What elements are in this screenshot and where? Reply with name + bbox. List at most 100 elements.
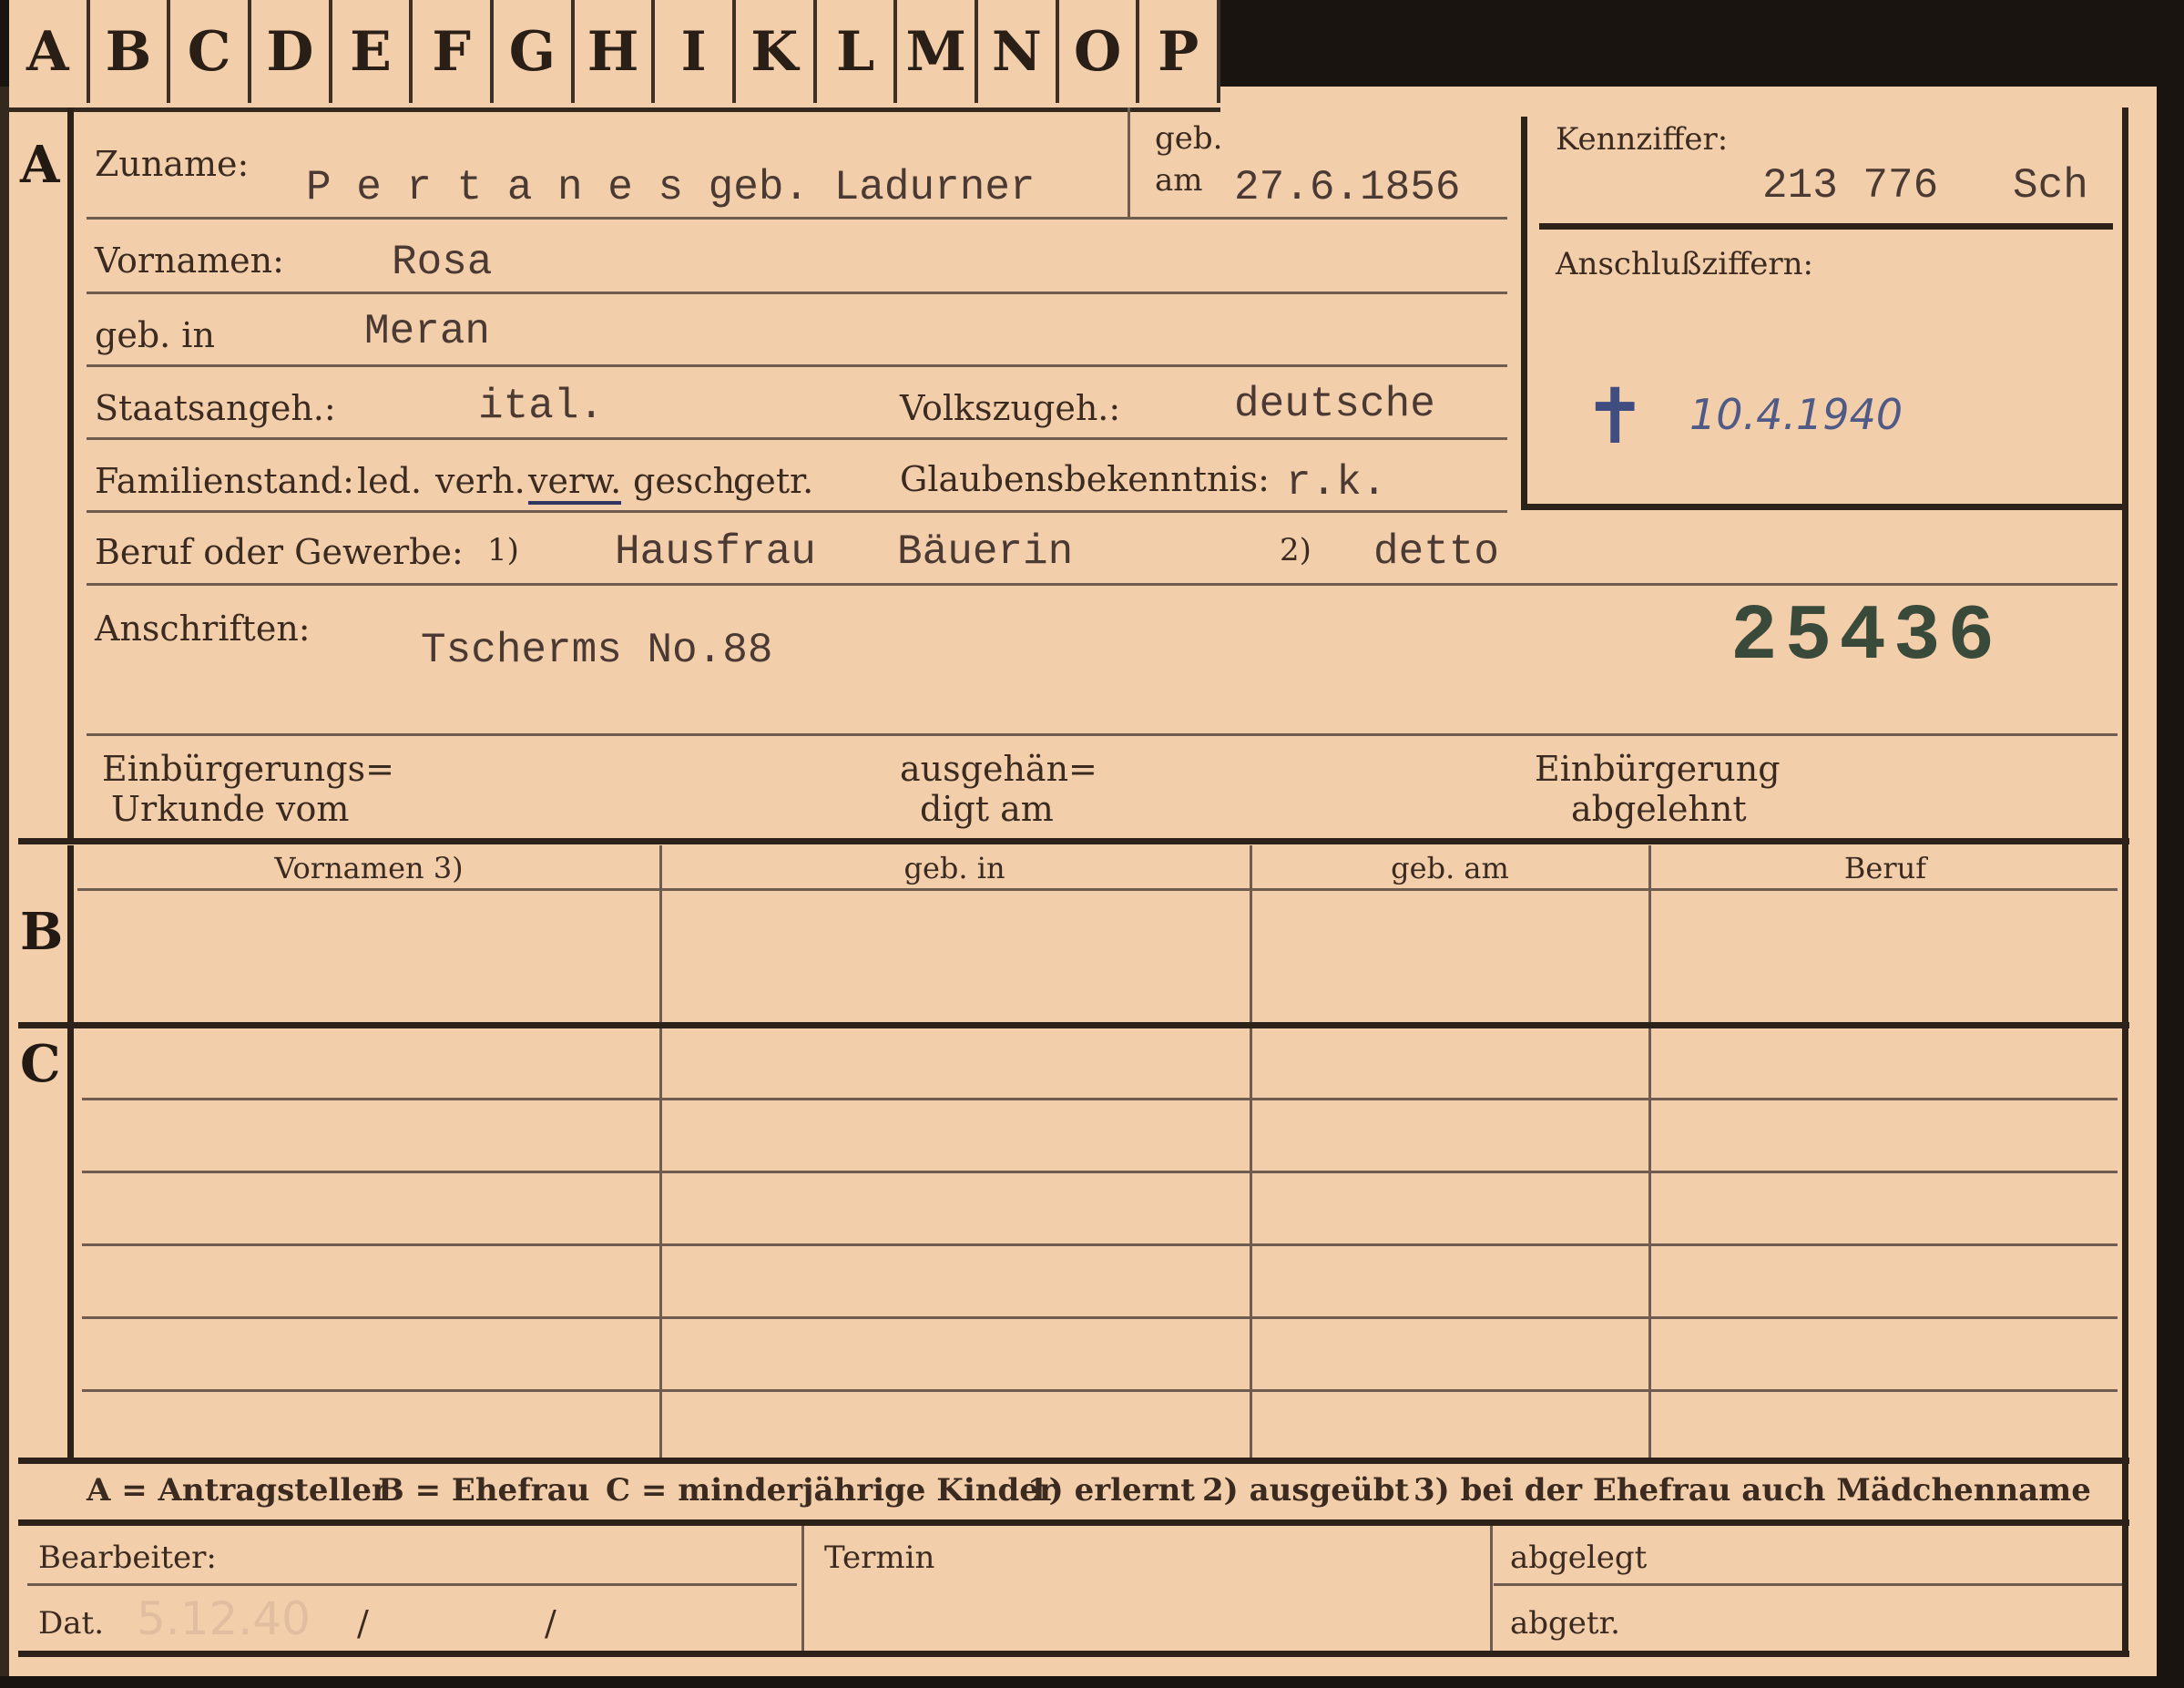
- anschlussziffern-label: Anschlußziffern:: [1556, 246, 1813, 282]
- dat-label: Dat.: [38, 1605, 105, 1642]
- children-row-line-2: [82, 1171, 2118, 1173]
- children-row-line-4: [82, 1316, 2118, 1319]
- glaubensbekenntnis-value: r.k.: [1286, 459, 1387, 506]
- beruf-note-1: 1): [487, 532, 519, 568]
- beruf-ausgeuebt-value: detto: [1373, 528, 1500, 576]
- familienstand-option-verw-selected: verw.: [528, 461, 622, 505]
- beruf-note-2: 2): [1280, 532, 1311, 568]
- geb-am-value: 27.6.1856: [1234, 164, 1461, 211]
- legend-a: A = Antragsteller: [87, 1472, 388, 1509]
- legend-note-3: 3) bei der Ehefrau auch Mädchenname: [1413, 1472, 2091, 1509]
- staatsangeh-label: Staatsangeh.:: [95, 388, 336, 428]
- tab-o[interactable]: O: [1059, 0, 1140, 103]
- table-col-line-1: [659, 845, 662, 1458]
- staatsangeh-value: ital.: [478, 383, 605, 430]
- row-line-2: [87, 292, 1507, 294]
- vornamen-value: Rosa: [392, 239, 493, 286]
- tab-n[interactable]: N: [978, 0, 1059, 103]
- tab-e[interactable]: E: [332, 0, 413, 103]
- beruf-label: Beruf oder Gewerbe:: [95, 532, 464, 572]
- table-header-line: [77, 888, 2118, 891]
- card-bottom-border: [18, 1651, 2129, 1657]
- ausgehaendigt-label-1: ausgehän=: [900, 749, 1097, 789]
- volkszugeh-value: deutsche: [1234, 381, 1435, 428]
- legend-note-1: 1) erlernt: [1027, 1472, 1196, 1509]
- section-c-top-border: [18, 1022, 2129, 1028]
- tab-a[interactable]: A: [9, 0, 90, 103]
- column-header-geb-in: geb. in: [903, 851, 1005, 885]
- section-a-divider: [67, 107, 74, 844]
- dat-slash-1: /: [357, 1603, 369, 1643]
- zuname-value: P e r t a n e s geb. Ladurner: [306, 164, 1036, 211]
- tab-k[interactable]: K: [736, 0, 817, 103]
- legend-note-2: 2) ausgeübt: [1202, 1472, 1410, 1509]
- footer-col-line-1: [801, 1526, 804, 1651]
- kennziffer-box-bottom: [1521, 504, 2122, 510]
- tab-g[interactable]: G: [494, 0, 575, 103]
- column-header-geb-am: geb. am: [1391, 851, 1509, 885]
- children-row-line-3: [82, 1243, 2118, 1246]
- einbuergerung-abgelehnt-label-1: Einbürgerung: [1535, 749, 1781, 789]
- tab-c[interactable]: C: [170, 0, 252, 103]
- zuname-geb-divider: [1128, 107, 1130, 217]
- tab-h[interactable]: H: [575, 0, 656, 103]
- einbuergerung-abgelehnt-label-2: abgelehnt: [1571, 789, 1747, 829]
- death-date: 10.4.1940: [1689, 390, 1903, 439]
- row-line-6: [87, 583, 2118, 586]
- tab-p[interactable]: P: [1139, 0, 1221, 103]
- legend-b: B = Ehefrau: [378, 1472, 590, 1509]
- legend-c: C = minderjährige Kinder: [606, 1472, 1056, 1509]
- beruf-middle-value: Bäuerin: [897, 528, 1074, 576]
- section-b-letter: B: [20, 902, 64, 962]
- kennziffer-box-left: [1521, 117, 1527, 510]
- children-row-line-5: [82, 1389, 2118, 1392]
- abgelegt-label: abgelegt: [1510, 1540, 1648, 1576]
- familienstand-option-getr: getr.: [733, 461, 814, 501]
- table-col-line-2: [1250, 845, 1252, 1458]
- row-line-7: [87, 733, 2118, 736]
- death-cross-mark: ✝: [1583, 372, 1648, 461]
- column-header-beruf: Beruf: [1843, 851, 1927, 885]
- tab-m[interactable]: M: [897, 0, 979, 103]
- bearbeiter-date-stamp: 5.12.40: [137, 1592, 311, 1645]
- table-col-line-3: [1648, 845, 1651, 1458]
- familienstand-option-led: led.: [357, 461, 423, 501]
- termin-label: Termin: [824, 1540, 935, 1576]
- tab-f[interactable]: F: [413, 0, 495, 103]
- abgelegt-line: [1494, 1583, 2122, 1586]
- vornamen-label: Vornamen:: [95, 240, 284, 281]
- card-right-border: [2122, 107, 2128, 1656]
- tab-d[interactable]: D: [251, 0, 332, 103]
- geb-am-label-2: am: [1155, 162, 1203, 199]
- beruf-erlernt-value: Hausfrau: [615, 528, 816, 576]
- anschriften-label: Anschriften:: [95, 609, 311, 649]
- tab-l[interactable]: L: [817, 0, 898, 103]
- legend-top-border: [18, 1458, 2129, 1464]
- tab-b[interactable]: B: [90, 0, 171, 103]
- volkszugeh-label: Volkszugeh.:: [900, 388, 1121, 428]
- geb-in-label: geb. in: [95, 315, 215, 355]
- section-a-letter: A: [20, 135, 60, 195]
- kennziffer-value: 213 776: [1762, 162, 1939, 210]
- children-row-line-1: [82, 1098, 2118, 1100]
- section-c-letter: C: [20, 1034, 61, 1094]
- kennziffer-suffix: Sch: [2013, 162, 2088, 210]
- einbuergerungs-label-2: Urkunde vom: [111, 789, 350, 829]
- legend-bottom-border: [18, 1519, 2129, 1526]
- kennziffer-box-sep: [1539, 223, 2113, 230]
- familienstand-label: Familienstand:: [95, 461, 354, 501]
- bearbeiter-line: [27, 1583, 797, 1586]
- geb-am-label-1: geb.: [1155, 120, 1223, 157]
- column-header-vornamen: Vornamen 3): [274, 851, 464, 885]
- footer-col-line-2: [1490, 1526, 1493, 1651]
- anschrift-value: Tscherms No.88: [421, 627, 773, 674]
- row-line-1: [87, 217, 1507, 220]
- alphabet-tab-strip: A B C D E F G H I K L M N O P: [9, 0, 1221, 112]
- glaubensbekenntnis-label: Glaubensbekenntnis:: [900, 459, 1270, 499]
- bearbeiter-label: Bearbeiter:: [38, 1540, 217, 1576]
- familienstand-option-gesch: gesch.: [633, 461, 747, 501]
- familienstand-option-verh: verh.: [435, 461, 526, 501]
- section-b-left-divider: [67, 845, 74, 1458]
- einbuergerungs-label-1: Einbürgerungs=: [102, 749, 394, 789]
- tab-i[interactable]: I: [655, 0, 737, 103]
